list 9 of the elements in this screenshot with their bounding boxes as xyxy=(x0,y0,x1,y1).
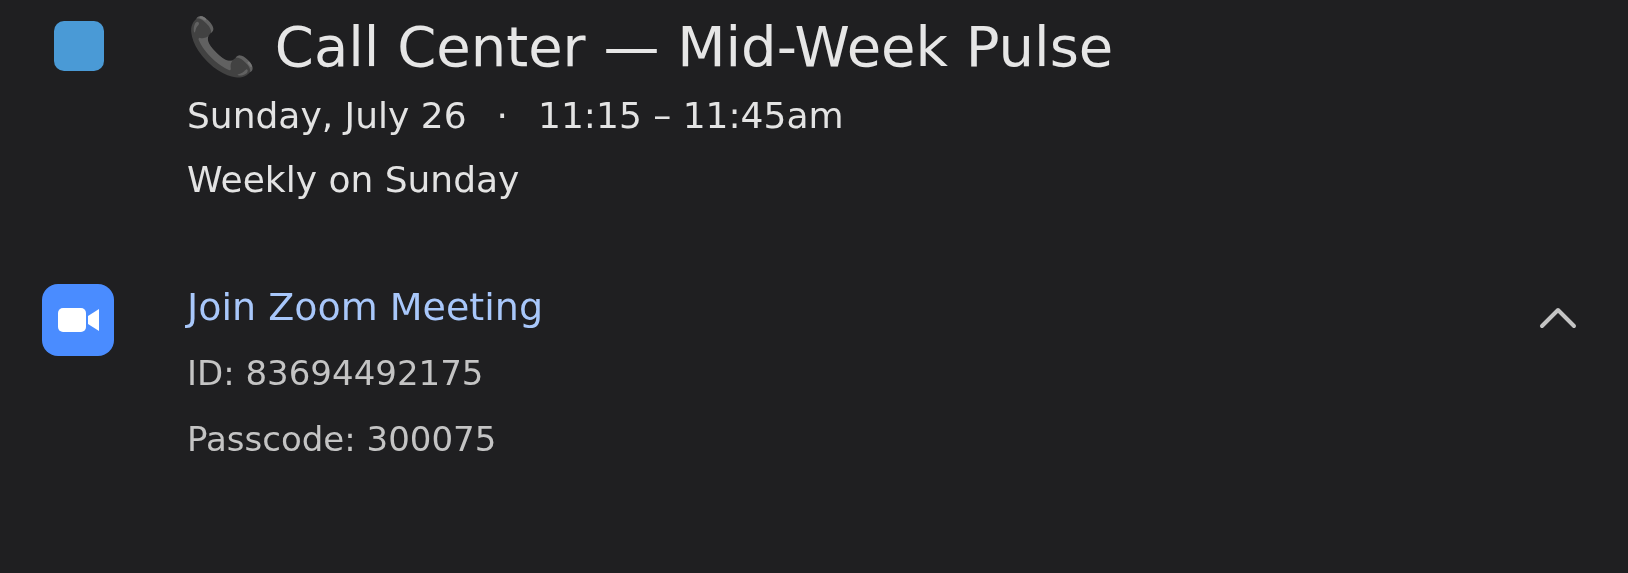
recurrence-text: Weekly on Sunday xyxy=(187,158,521,202)
meeting-detail-text: Passcode: 300075 xyxy=(187,418,498,461)
event-date: Sunday, July 26 xyxy=(187,94,467,138)
event-title: 📞 Call Center — Mid-Week Pulse xyxy=(187,13,1114,81)
join-meeting-link[interactable]: Join Zoom Meeting xyxy=(187,282,543,332)
separator-dot: · xyxy=(496,94,509,138)
event-time: 11:15 – 11:45am xyxy=(538,94,844,138)
meeting-detail-text: ID: 83694492175 xyxy=(187,352,485,395)
video-camera-icon xyxy=(42,284,114,356)
